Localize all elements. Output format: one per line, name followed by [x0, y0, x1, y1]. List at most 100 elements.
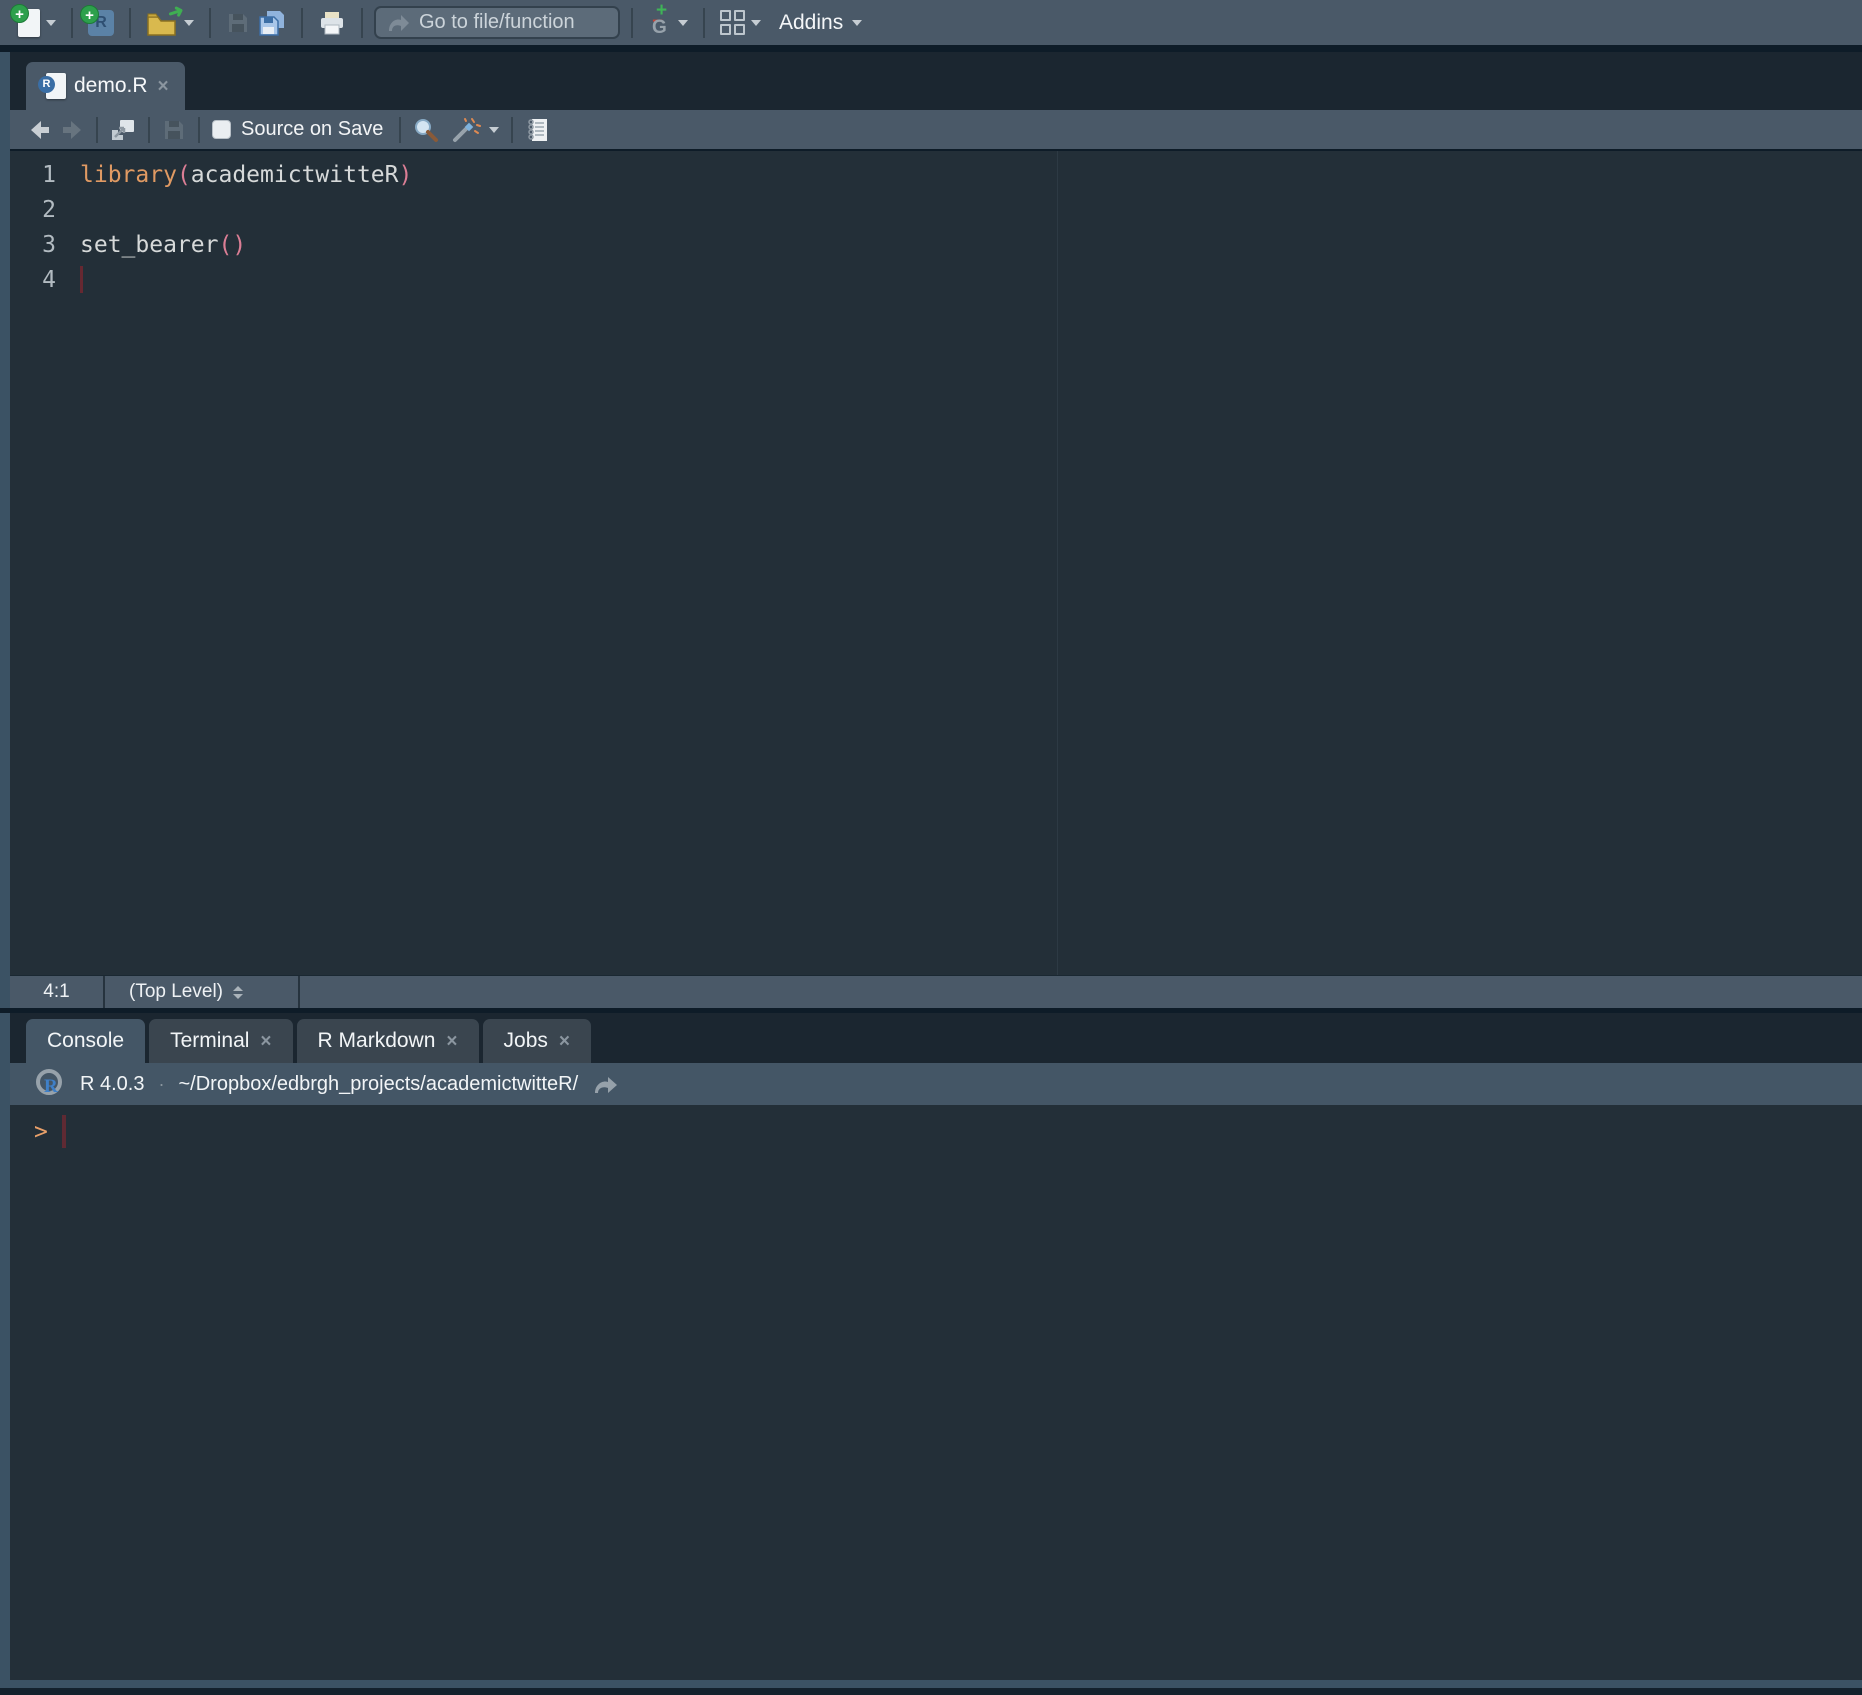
toolbar-separator [399, 117, 401, 143]
editor-status-bar: 4:1 (Top Level) [10, 975, 1862, 1008]
toolbar-separator [301, 8, 303, 38]
goto-arrow-icon [386, 12, 410, 34]
console-header: R R 4.0.3 · ~/Dropbox/edbrgh_projects/ac… [10, 1063, 1862, 1105]
code-paren: () [218, 232, 246, 258]
toolbar-separator [129, 8, 131, 38]
editor-toolbar: Source on Save [10, 110, 1862, 151]
addins-label: Addins [779, 11, 843, 35]
cursor-position-value: 4:1 [43, 981, 69, 1003]
workspace-panes-button[interactable] [716, 8, 765, 37]
save-all-icon [258, 10, 286, 36]
goto-file-function-box[interactable] [374, 6, 620, 39]
back-button[interactable] [28, 119, 52, 141]
close-icon[interactable]: × [559, 1032, 570, 1051]
tab-console[interactable]: Console [26, 1019, 145, 1063]
version-control-button[interactable]: + − G [644, 4, 692, 42]
scope-selector[interactable]: (Top Level) [105, 976, 300, 1008]
close-icon[interactable]: × [446, 1032, 457, 1051]
tab-label: Terminal [170, 1029, 249, 1053]
console-pane: Console Terminal × R Markdown × Jobs × R… [10, 1013, 1862, 1680]
toolbar-bottom-divider [0, 45, 1862, 52]
line-number: 1 [10, 162, 56, 188]
tab-label: R Markdown [318, 1029, 436, 1053]
open-file-button[interactable]: ➜ [142, 7, 198, 39]
toolbar-separator [198, 117, 200, 143]
toolbar-separator [71, 8, 73, 38]
scope-label: (Top Level) [129, 981, 223, 1003]
source-on-save-label: Source on Save [241, 118, 383, 141]
code-paren: ) [399, 162, 413, 188]
go-to-directory-icon[interactable] [592, 1073, 618, 1095]
new-file-button[interactable]: + [14, 7, 60, 39]
toolbar-separator [148, 117, 150, 143]
code-tools-caret-icon[interactable] [489, 127, 499, 133]
source-pane: R demo.R × [10, 52, 1862, 1008]
print-icon [318, 10, 346, 36]
tab-label: demo.R [74, 74, 148, 98]
toolbar-separator [631, 8, 633, 38]
open-folder-icon: ➜ [146, 9, 178, 37]
toolbar-separator [511, 117, 513, 143]
print-button[interactable] [314, 8, 350, 38]
new-file-caret-icon[interactable] [46, 20, 56, 26]
save-icon [226, 11, 250, 35]
find-replace-button[interactable] [413, 117, 439, 143]
panes-caret-icon[interactable] [751, 20, 761, 26]
version-control-caret-icon[interactable] [678, 20, 688, 26]
source-on-save-checkbox[interactable] [212, 120, 231, 139]
tab-label: Jobs [504, 1029, 548, 1053]
close-icon[interactable]: × [158, 77, 169, 96]
console-prompt-line: > [34, 1115, 1862, 1148]
code-line-4: 4 [10, 262, 1862, 297]
text-cursor [62, 1115, 66, 1148]
source-tabstrip: R demo.R × [10, 52, 1862, 110]
code-paren: ( [177, 162, 191, 188]
save-source-button[interactable] [162, 118, 186, 142]
code-keyword: library [80, 162, 177, 188]
forward-button[interactable] [60, 119, 84, 141]
new-file-icon: + [18, 9, 40, 37]
code-identifier: set_bearer [80, 232, 218, 258]
r-script-file-icon: R [42, 73, 64, 100]
toolbar-separator [361, 8, 363, 38]
tab-label: Console [47, 1029, 124, 1053]
addins-menu[interactable]: Addins [779, 11, 862, 35]
code-line-2: 2 [10, 192, 1862, 227]
console-tabstrip: Console Terminal × R Markdown × Jobs × [10, 1013, 1862, 1063]
header-dot-separator: · [158, 1074, 164, 1095]
cursor-position-indicator: 4:1 [10, 976, 105, 1008]
code-line-3: 3 set_bearer() [10, 227, 1862, 262]
toolbar-separator [703, 8, 705, 38]
rstudio-window: + R + ➜ [0, 0, 1862, 1695]
window-edge-bottom [0, 1688, 1862, 1695]
open-in-new-window-button[interactable] [110, 118, 136, 142]
toolbar-separator [209, 8, 211, 38]
r-version-label: R 4.0.3 [80, 1073, 144, 1096]
tab-r-markdown[interactable]: R Markdown × [297, 1019, 479, 1063]
goto-file-function-input[interactable] [419, 11, 609, 34]
code-editor[interactable]: 1library(academictwitteR) 2 3set_bearer(… [10, 151, 1862, 975]
code-tools-wand-button[interactable] [451, 117, 481, 143]
line-number: 3 [10, 232, 56, 258]
tab-jobs[interactable]: Jobs × [483, 1019, 591, 1063]
main-toolbar: + R + ➜ [0, 0, 1862, 45]
panes-layout-icon [720, 10, 745, 35]
console-input-area[interactable]: > [10, 1105, 1862, 1680]
print-margin-line [1057, 151, 1058, 975]
close-icon[interactable]: × [260, 1032, 271, 1051]
scope-spinner-icon [233, 986, 243, 999]
save-button[interactable] [222, 9, 254, 37]
tab-demo-r[interactable]: R demo.R × [26, 62, 185, 110]
toolbar-separator [96, 117, 98, 143]
addins-caret-icon [852, 20, 862, 26]
version-control-icon: + − G [648, 6, 672, 40]
line-number: 4 [10, 267, 56, 293]
console-prompt: > [34, 1119, 48, 1145]
new-project-icon: R + [88, 10, 114, 36]
compile-report-button[interactable] [525, 117, 551, 143]
tab-terminal[interactable]: Terminal × [149, 1019, 292, 1063]
new-project-button[interactable]: R + [84, 8, 118, 38]
text-cursor [80, 266, 83, 293]
save-all-button[interactable] [254, 8, 290, 38]
r-logo-icon: R [36, 1069, 66, 1099]
